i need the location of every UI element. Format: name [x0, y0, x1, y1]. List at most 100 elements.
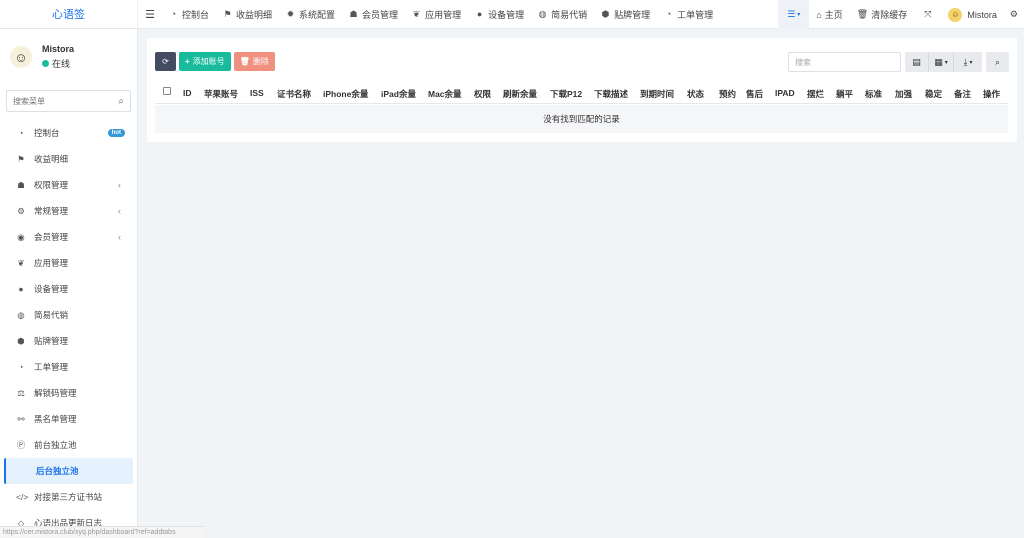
column-header[interactable]: 加强 [895, 88, 912, 100]
refresh-button[interactable]: ⟳ [155, 52, 176, 71]
user-status-label: 在线 [52, 59, 71, 69]
clear-cache-label: 清除缓存 [871, 10, 908, 20]
sidebar-item[interactable]: Ⓟ 前台独立池 [0, 432, 137, 458]
column-header[interactable]: iPhone余量 [323, 88, 368, 100]
column-header[interactable]: 权限 [474, 88, 491, 100]
column-header[interactable]: 苹果账号 [204, 88, 238, 100]
sidebar-search: ⌕ [6, 90, 131, 112]
column-header[interactable]: 状态 [687, 88, 704, 100]
column-header[interactable]: 稳定 [925, 88, 942, 100]
sidebar-item[interactable]: </> 对接第三方证书站 [0, 484, 137, 510]
column-header[interactable]: 躺平 [836, 88, 853, 100]
sidebar-item[interactable]: 后台独立池 [4, 458, 133, 484]
clear-cache-button[interactable]: 🗑 清除缓存 [850, 0, 914, 29]
top-nav-tab[interactable]: ◔ 工单管理 [657, 0, 720, 29]
column-header[interactable]: 预约 [719, 88, 736, 100]
top-nav-tab[interactable]: ◍ 简易代销 [531, 0, 594, 29]
flag-icon: ⚑ [17, 153, 25, 164]
avatar: ☺ [948, 7, 963, 22]
column-header[interactable]: Mac余量 [428, 88, 462, 100]
sidebar-item[interactable]: ● 设备管理 [0, 276, 137, 302]
sidebar-item[interactable]: ◔ 控制台 hot [0, 120, 137, 146]
export-button[interactable]: ⤓ ▾ [954, 52, 982, 72]
circle-icon: ● [476, 9, 483, 19]
select-all-checkbox[interactable] [163, 87, 171, 95]
search-icon[interactable]: ⌕ [118, 96, 124, 107]
column-header[interactable]: iPad余量 [381, 88, 416, 100]
settings-button[interactable]: ⚙ [1004, 0, 1024, 29]
brand-logo[interactable]: 心语签 [0, 0, 138, 29]
top-nav-tab[interactable]: ✹ 系统配置 [279, 0, 342, 29]
column-header[interactable]: IPAD [775, 88, 795, 98]
top-nav-tab[interactable]: ❦ 应用管理 [405, 0, 468, 29]
column-header[interactable]: 操作 [983, 88, 1000, 100]
sidebar-item[interactable]: ⚯ 黑名单管理 [0, 406, 137, 432]
sidebar-item-label: 工单管理 [34, 362, 69, 372]
sidebar-item[interactable]: ⚑ 收益明细 [0, 146, 137, 172]
gear-icon: ✹ [286, 8, 295, 19]
top-nav-tab-label: 控制台 [182, 9, 210, 20]
toggle-view-button[interactable]: ▤ [905, 52, 929, 72]
user-panel: ☺ Mistora 在线 [0, 36, 137, 78]
code-icon: </> [16, 492, 29, 502]
dribbble-icon: ◍ [17, 309, 25, 320]
user-menu[interactable]: ☺ Mistora [941, 0, 1004, 29]
nav-mode-button[interactable]: ☰ ▾ [778, 0, 810, 29]
top-nav-tab[interactable]: ● 设备管理 [468, 0, 531, 29]
table-search-input[interactable]: 搜索 [788, 52, 901, 72]
columns-button[interactable]: ▦ ▾ [929, 52, 954, 72]
dribbble-icon: ◍ [538, 8, 547, 19]
user-status: 在线 [42, 57, 74, 70]
sidebar-item[interactable]: ◍ 简易代销 [0, 302, 137, 328]
dashboard-icon: ◔ [665, 9, 672, 19]
plus-icon: + [185, 57, 190, 66]
menu-toggle-icon[interactable]: ☰ [138, 0, 162, 29]
avatar: ☺ [10, 46, 32, 68]
sidebar-item[interactable]: ◔ 工单管理 [0, 354, 137, 380]
sidebar-item[interactable]: ⚖ 解锁码管理 [0, 380, 137, 406]
top-nav-tab[interactable]: ⚑ 收益明细 [216, 0, 279, 29]
advanced-search-button[interactable]: ⌕ [986, 52, 1009, 72]
top-navbar: 心语签 ☰ ◔ 控制台 ⚑ 收益明细 ✹ 系统配置 ☗ 会员管理 ❦ 应用管理 ● 设备管理 ◍ 简易代销… [0, 0, 1024, 29]
empty-table-message: 没有找到匹配的记录 [155, 105, 1008, 133]
column-header[interactable]: 摆烂 [807, 88, 824, 100]
column-header[interactable]: 证书名称 [277, 88, 311, 100]
column-header[interactable]: 刷新余量 [503, 88, 537, 100]
top-nav-tab[interactable]: ⬢ 贴牌管理 [594, 0, 657, 29]
sidebar-item[interactable]: ☗ 权限管理 ‹ [0, 172, 137, 198]
fullscreen-icon: ⤧ [924, 9, 932, 19]
column-header[interactable]: ID [183, 88, 192, 98]
sidebar-item[interactable]: ⬢ 贴牌管理 [0, 328, 137, 354]
sidebar-item-label: 黑名单管理 [34, 414, 77, 424]
column-header[interactable]: 到期时间 [640, 88, 674, 100]
column-header[interactable]: ISS [250, 88, 264, 98]
fullscreen-button[interactable]: ⤧ [914, 0, 941, 29]
circle-icon: ● [18, 284, 24, 294]
column-header[interactable]: 下载P12 [550, 88, 582, 100]
home-link[interactable]: ⌂ 主页 [809, 0, 849, 29]
sidebar-item[interactable]: ⚙ 常规管理 ‹ [0, 198, 137, 224]
sidebar-item[interactable]: ◉ 会员管理 ‹ [0, 224, 137, 250]
delete-button[interactable]: 🗑 删除 [233, 52, 275, 71]
column-header[interactable]: 标准 [865, 88, 882, 100]
top-nav-tab-label: 简易代销 [551, 9, 588, 20]
search-icon: ⌕ [994, 56, 1001, 67]
leaf-icon: ❦ [17, 257, 25, 268]
sidebar-item[interactable]: ❦ 应用管理 [0, 250, 137, 276]
column-header[interactable]: 下载描述 [594, 88, 628, 100]
sidebar-item-label: 设备管理 [34, 284, 69, 294]
sidebar-search-input[interactable] [13, 96, 103, 106]
column-header[interactable]: 备注 [954, 88, 971, 100]
top-nav-tab-label: 设备管理 [488, 9, 525, 20]
add-account-button[interactable]: + 添加账号 [179, 52, 231, 71]
top-nav-tab[interactable]: ☗ 会员管理 [342, 0, 405, 29]
tags-icon: ⬢ [17, 335, 25, 346]
user-name: Mistora [42, 44, 75, 54]
status-bar-url: https://cer.mistora.club/xyq.php/dashboa… [0, 526, 204, 538]
sidebar-item-label: 贴牌管理 [34, 336, 69, 346]
column-header[interactable]: 售后 [746, 88, 763, 100]
top-nav-tab[interactable]: ◔ 控制台 [162, 0, 216, 29]
top-right-menu: ☰ ▾ ⌂ 主页 🗑 清除缓存 ⤧ ☺ Mistora ⚙ [778, 0, 1024, 29]
download-icon: ⤓ [963, 56, 968, 67]
chevron-left-icon: ‹ [118, 206, 121, 216]
